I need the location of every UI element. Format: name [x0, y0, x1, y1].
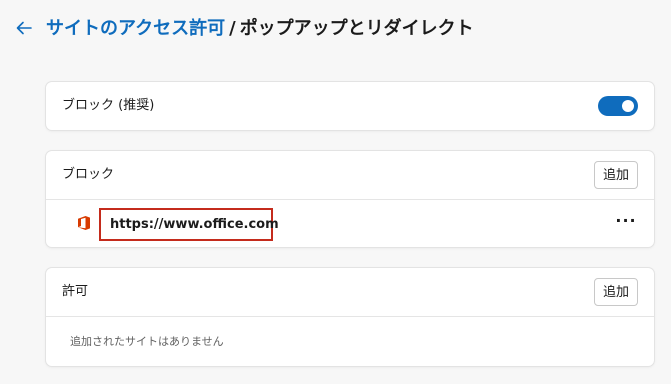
allow-list-header: 許可 追加	[46, 268, 654, 317]
blocked-site-row: https://www.office.com ···	[46, 200, 654, 247]
breadcrumb-separator: /	[229, 18, 236, 39]
allow-add-button[interactable]: 追加	[594, 278, 638, 306]
blocked-site-url: https://www.office.com	[110, 217, 279, 232]
back-button[interactable]	[12, 16, 36, 40]
block-list-header: ブロック 追加	[46, 151, 654, 200]
site-url-highlight: https://www.office.com	[99, 208, 279, 241]
allow-empty-message: 追加されたサイトはありません	[70, 335, 224, 348]
block-list-card: ブロック 追加 https://www.office.com ···	[46, 151, 654, 247]
block-recommended-card: ブロック (推奨)	[46, 82, 654, 130]
arrow-left-icon	[16, 21, 32, 35]
office-logo-icon	[76, 215, 92, 231]
breadcrumb-current: ポップアップとリダイレクト	[239, 18, 474, 39]
block-recommended-toggle[interactable]	[598, 96, 638, 116]
toggle-knob	[622, 100, 634, 112]
page-title: サイトのアクセス許可 / ポップアップとリダイレクト	[46, 17, 474, 41]
allow-list-title: 許可	[62, 284, 89, 299]
page-header: サイトのアクセス許可 / ポップアップとリダイレクト	[0, 0, 671, 60]
block-recommended-label: ブロック (推奨)	[62, 98, 155, 113]
breadcrumb-site-permissions-link[interactable]: サイトのアクセス許可	[46, 18, 225, 39]
block-list-title: ブロック	[62, 167, 115, 182]
more-options-button[interactable]: ···	[614, 212, 638, 236]
allow-list-card: 許可 追加 追加されたサイトはありません	[46, 268, 654, 366]
block-add-button[interactable]: 追加	[594, 161, 638, 189]
